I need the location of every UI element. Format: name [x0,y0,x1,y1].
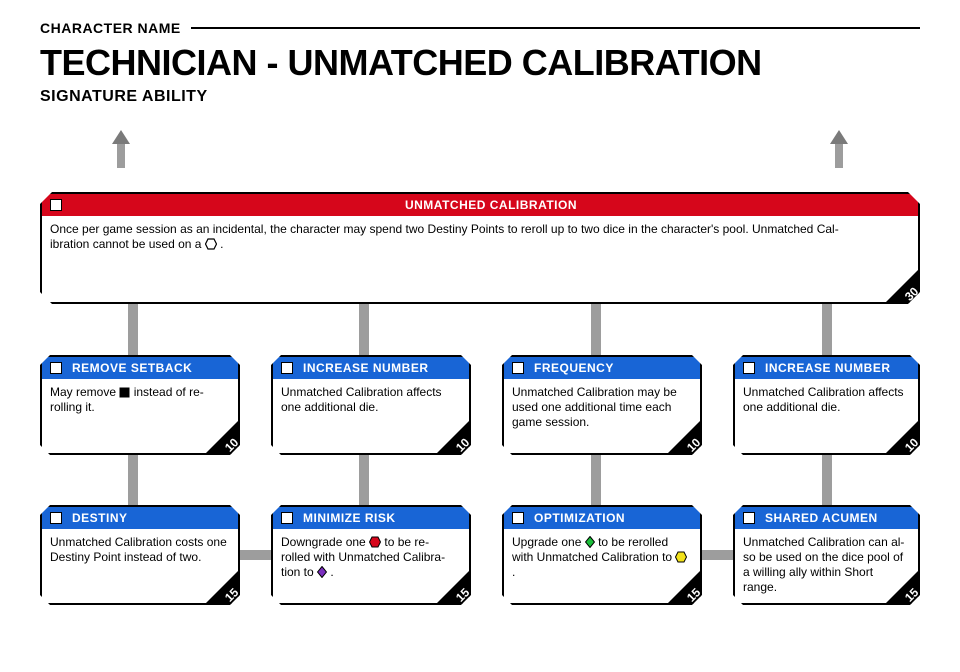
page-subtitle: SIGNATURE ABILITY [40,88,920,106]
connector [822,298,832,360]
cost-value: 10 [453,435,472,454]
cost-value: 15 [902,585,921,604]
cost-badge: 15 [885,570,919,604]
talent-header: DESTINY [42,507,238,529]
cost-badge: 10 [436,420,470,454]
checkbox[interactable] [281,512,293,524]
text: May remove [50,385,119,399]
cost-badge: 10 [667,420,701,454]
connector [359,450,369,512]
talent-header: UNMATCHED CALIBRATION [42,194,918,216]
cost-value: 30 [902,284,921,303]
text: . [330,565,333,579]
checkbox[interactable] [50,512,62,524]
talent-title: INCREASE NUMBER [303,361,429,375]
cost-badge: 15 [436,570,470,604]
talent-shared-acumen: SHARED ACUMEN Unmatched Calibration can … [733,505,920,605]
text: Downgrade one [281,535,369,549]
talent-header: INCREASE NUMBER [735,357,918,379]
connector [128,298,138,360]
checkbox[interactable] [512,512,524,524]
text: ibration cannot be used on a [50,237,205,251]
text: Upgrade one [512,535,585,549]
character-name-line: CHARACTER NAME [40,20,920,36]
talent-title: FREQUENCY [534,361,614,375]
cost-badge: 15 [667,570,701,604]
talent-minimize-risk: MINIMIZE RISK Downgrade one to be re- ro… [271,505,471,605]
cost-value: 10 [902,435,921,454]
header: CHARACTER NAME TECHNICIAN - UNMATCHED CA… [40,20,920,106]
talent-header: REMOVE SETBACK [42,357,238,379]
text: tion to [281,565,317,579]
connector [359,298,369,360]
arrow-up-icon [112,130,130,168]
talent-body: May remove instead of re- rolling it. [42,379,238,423]
talent-body: Unmatched Calibration affects one additi… [735,379,918,423]
text: . [220,237,223,251]
setback-die-icon [119,387,130,398]
character-name-label: CHARACTER NAME [40,20,181,36]
text: rolled with Unmatched Calibra- [281,550,445,564]
talent-header: MINIMIZE RISK [273,507,469,529]
character-name-rule [191,27,920,29]
talent-header: OPTIMIZATION [504,507,700,529]
talent-optimization: OPTIMIZATION Upgrade one to be rerolled … [502,505,702,605]
cost-value: 10 [222,435,241,454]
proficiency-die-icon [675,551,687,563]
text: to be re- [384,535,429,549]
talent-title: OPTIMIZATION [534,511,625,525]
difficulty-die-icon [317,566,327,578]
talent-body: Unmatched Calibration costs one Destiny … [42,529,238,573]
force-die-icon [205,238,217,250]
ability-die-icon [585,536,595,548]
talent-increase-number-1: INCREASE NUMBER Unmatched Calibration af… [271,355,471,455]
talent-body: Unmatched Calibration affects one additi… [273,379,469,423]
talent-body: Once per game session as an incidental, … [42,216,918,260]
cost-badge: 15 [205,570,239,604]
talent-title: MINIMIZE RISK [303,511,396,525]
checkbox[interactable] [50,362,62,374]
cost-badge: 10 [885,420,919,454]
connector [591,450,601,512]
talent-header: INCREASE NUMBER [273,357,469,379]
talent-title: DESTINY [72,511,128,525]
checkbox[interactable] [512,362,524,374]
talent-remove-setback: REMOVE SETBACK May remove instead of re-… [40,355,240,455]
talent-title: UNMATCHED CALIBRATION [72,198,910,212]
talent-frequency: FREQUENCY Unmatched Calibration may be u… [502,355,702,455]
cost-value: 15 [453,585,472,604]
text: . [512,565,515,579]
challenge-die-icon [369,536,381,548]
talent-destiny: DESTINY Unmatched Calibration costs one … [40,505,240,605]
text: Once per game session as an incidental, … [50,222,839,236]
checkbox[interactable] [281,362,293,374]
cost-badge: 10 [205,420,239,454]
tree-canvas: UNMATCHED CALIBRATION Once per game sess… [40,130,920,650]
text: instead of re- [134,385,204,399]
talent-title: REMOVE SETBACK [72,361,192,375]
cost-value: 15 [222,585,241,604]
checkbox[interactable] [743,362,755,374]
talent-increase-number-2: INCREASE NUMBER Unmatched Calibration af… [733,355,920,455]
connector [822,450,832,512]
talent-title: INCREASE NUMBER [765,361,891,375]
checkbox[interactable] [50,199,62,211]
talent-title: SHARED ACUMEN [765,511,878,525]
cost-badge: 30 [885,269,919,303]
arrow-up-icon [830,130,848,168]
page-title: TECHNICIAN - UNMATCHED CALIBRATION [40,42,920,84]
cost-value: 10 [684,435,703,454]
connector [128,450,138,512]
text: rolling it. [50,400,95,414]
talent-header: SHARED ACUMEN [735,507,918,529]
talent-root: UNMATCHED CALIBRATION Once per game sess… [40,192,920,304]
connector [591,298,601,360]
talent-header: FREQUENCY [504,357,700,379]
cost-value: 15 [684,585,703,604]
checkbox[interactable] [743,512,755,524]
